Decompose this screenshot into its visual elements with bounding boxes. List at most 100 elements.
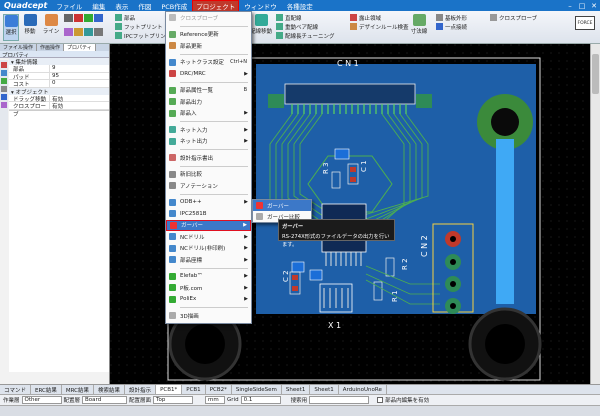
- poly-tool-icon[interactable]: [64, 28, 73, 36]
- part-button[interactable]: 部品: [115, 13, 171, 22]
- minimize-icon[interactable]: –: [564, 2, 576, 10]
- menu-item[interactable]: Reference更新: [166, 29, 251, 41]
- menu-item[interactable]: 部品入 ▶: [166, 108, 251, 120]
- menu-item[interactable]: 設計指示書出: [166, 152, 251, 164]
- menu-item[interactable]: アノテーション: [166, 180, 251, 192]
- menu-item-icon: [169, 284, 176, 292]
- single-connect-button[interactable]: 一点接続: [436, 22, 467, 31]
- prop-row[interactable]: ドラッグ移動 有効: [9, 94, 109, 103]
- side-select[interactable]: Top: [153, 396, 194, 404]
- tab-mrc[interactable]: MRC結果: [62, 385, 95, 394]
- select-button[interactable]: 選択: [3, 14, 19, 41]
- edit-checkbox[interactable]: [377, 397, 384, 403]
- board-select[interactable]: Board: [82, 396, 128, 404]
- text-tool-icon[interactable]: [64, 14, 73, 22]
- menu-item-label: 部品属性一覧: [180, 88, 214, 95]
- menu-item-label: NCドリル(非印刷): [180, 246, 226, 253]
- menu-item[interactable]: ODB++ ▶: [166, 197, 251, 209]
- force-icon[interactable]: FORCE: [575, 16, 595, 30]
- view-icon[interactable]: [1, 102, 7, 108]
- tab-singleside[interactable]: SingleSideSem: [232, 385, 282, 394]
- submenu-gerber[interactable]: ガーバー: [253, 200, 311, 211]
- dimension-button[interactable]: 寸法線: [408, 14, 430, 35]
- menu-item[interactable]: NCドリル(非印刷) ▶: [166, 243, 251, 255]
- tab-file-ops[interactable]: ファイル操作: [0, 44, 38, 51]
- net-icon[interactable]: [1, 78, 7, 84]
- pad-tool-icon[interactable]: [94, 28, 103, 36]
- board-outline-button[interactable]: 基板外形: [436, 13, 467, 22]
- maximize-icon[interactable]: □: [576, 2, 588, 10]
- route-move-button[interactable]: 配線移動: [250, 14, 272, 35]
- scroll-thumb[interactable]: [592, 54, 599, 94]
- pair-route-button[interactable]: 重動ベア配線: [276, 22, 335, 31]
- drc-button[interactable]: デザインルール検査: [350, 22, 409, 31]
- tab-sheet1[interactable]: Sheet1: [282, 385, 311, 394]
- keepout-button[interactable]: 露止領域: [350, 13, 409, 22]
- tab-pcb1-modified[interactable]: PCB1*: [156, 385, 183, 394]
- menu-pcb[interactable]: PCB作成: [156, 1, 192, 11]
- menu-window[interactable]: ウィンドウ: [239, 1, 282, 11]
- tab-design-spec[interactable]: 設計指示: [125, 385, 157, 394]
- menu-edit[interactable]: 編集: [87, 1, 110, 11]
- pin-icon[interactable]: [1, 62, 7, 68]
- tab-erc[interactable]: ERC結果: [31, 385, 62, 394]
- via-tool-icon[interactable]: [84, 28, 93, 36]
- tab-pcb1[interactable]: PCB1: [182, 385, 206, 394]
- menu-item[interactable]: NCドリル ▶: [166, 231, 251, 243]
- menu-item[interactable]: ガーバー ▶: [166, 219, 251, 231]
- dim-tool-icon[interactable]: [74, 28, 83, 36]
- circle-tool-icon[interactable]: [94, 14, 103, 22]
- length-tune-button[interactable]: 配線長チューニング: [276, 31, 335, 40]
- layer-icon[interactable]: [1, 70, 7, 76]
- section-object[interactable]: ▾ オブジェクト: [9, 87, 109, 96]
- menu-item[interactable]: 部品座標 ▶: [166, 254, 251, 266]
- search-input[interactable]: [309, 396, 370, 404]
- menu-item[interactable]: ネットクラス設定 Ctrl+N: [166, 57, 251, 69]
- prop-row[interactable]: クロスプローブ 有効: [9, 102, 109, 118]
- menu-item[interactable]: DRC/MRC ▶: [166, 68, 251, 80]
- menu-item-icon: [169, 170, 176, 178]
- menu-draw[interactable]: 作図: [133, 1, 156, 11]
- menu-settings[interactable]: 各種設定: [282, 1, 318, 11]
- direct-route-button[interactable]: 直配線: [276, 13, 335, 22]
- menu-item[interactable]: 新旧比較: [166, 169, 251, 181]
- menu-view[interactable]: 表示: [110, 1, 133, 11]
- tab-search[interactable]: 検索結果: [94, 385, 126, 394]
- grid-select[interactable]: 0.1: [240, 396, 281, 404]
- cross-probe-button[interactable]: クロスプローブ: [490, 13, 537, 22]
- tab-sheet1b[interactable]: Sheet1: [310, 385, 339, 394]
- menu-item[interactable]: ネット入力 ▶: [166, 124, 251, 136]
- menu-file[interactable]: ファイル: [51, 1, 87, 11]
- menu-item[interactable]: 3D描画: [166, 310, 251, 322]
- close-icon[interactable]: ✕: [588, 2, 600, 10]
- tab-arduino[interactable]: ArduinoUnoRe: [339, 385, 387, 394]
- menu-item[interactable]: PoliEx ▶: [166, 294, 251, 306]
- menu-item[interactable]: IPC2581B: [166, 208, 251, 220]
- tab-pcb2[interactable]: PCB2*: [206, 385, 232, 394]
- menu-item[interactable]: 部品出力: [166, 96, 251, 108]
- menu-project[interactable]: プロジェクト: [192, 0, 240, 12]
- vertical-scrollbar[interactable]: [590, 44, 600, 384]
- layer-label: 作業層: [3, 398, 20, 404]
- line-button[interactable]: ライン: [42, 14, 60, 35]
- tab-properties[interactable]: プロパティ: [64, 44, 96, 51]
- layer-select[interactable]: Other: [21, 396, 62, 404]
- info-icon[interactable]: [1, 94, 7, 100]
- rect-tool-icon[interactable]: [84, 14, 93, 22]
- menu-item[interactable]: P板.com ▶: [166, 282, 251, 294]
- menu-item-label: ネット入力: [180, 127, 208, 134]
- tab-draw-ops[interactable]: 作画操作: [37, 44, 65, 51]
- menu-item[interactable]: ネット出力 ▶: [166, 136, 251, 148]
- filter-icon[interactable]: [1, 86, 7, 92]
- ipc-footprint-button[interactable]: IPCフットプリント: [115, 31, 171, 40]
- menu-item[interactable]: Elefab™ ▶: [166, 271, 251, 283]
- label-r1: R 1: [391, 290, 399, 302]
- unit-select[interactable]: mm: [205, 396, 226, 404]
- footprint-button[interactable]: フットプリント: [115, 22, 171, 31]
- menu-item[interactable]: 部品更新: [166, 40, 251, 52]
- menu-item[interactable]: 部品属性一覧 B: [166, 85, 251, 97]
- tab-command[interactable]: コマンド: [0, 385, 32, 394]
- move-button[interactable]: 移動: [22, 14, 38, 35]
- section-summary[interactable]: ▾ 集計情報: [9, 58, 109, 66]
- arc-tool-icon[interactable]: [74, 14, 83, 22]
